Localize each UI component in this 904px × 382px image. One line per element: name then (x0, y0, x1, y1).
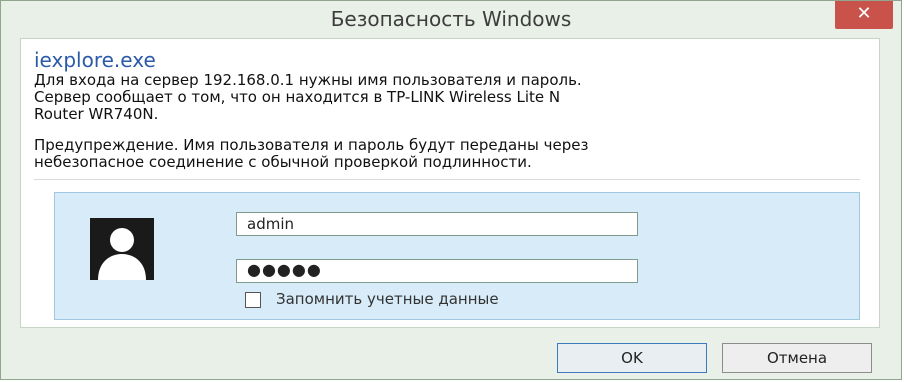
close-icon: ✕ (856, 3, 872, 24)
user-avatar-icon (90, 218, 154, 280)
remember-checkbox[interactable] (245, 292, 261, 308)
warning-line-1: Предупреждение. Имя пользователя и парол… (34, 136, 589, 154)
message-line-3: Router WR740N. (34, 105, 159, 123)
password-field[interactable]: ●●●●● (236, 259, 638, 283)
warning-line-2: небезопасное соединение с обычной провер… (34, 153, 532, 171)
message-line-2: Сервер сообщает о том, что он находится … (34, 88, 561, 106)
ok-button[interactable]: OK (557, 343, 707, 373)
close-button[interactable]: ✕ (835, 1, 893, 29)
username-field[interactable]: admin (236, 212, 638, 236)
title-bar[interactable]: Безопасность Windows (1, 1, 901, 39)
app-name: iexplore.exe (34, 48, 156, 72)
message-line-1: Для входа на сервер 192.168.0.1 нужны им… (34, 71, 582, 89)
window-title: Безопасность Windows (330, 7, 572, 31)
separator (34, 179, 860, 180)
cancel-button[interactable]: Отмена (722, 343, 872, 373)
remember-label[interactable]: Запомнить учетные данные (276, 290, 499, 308)
